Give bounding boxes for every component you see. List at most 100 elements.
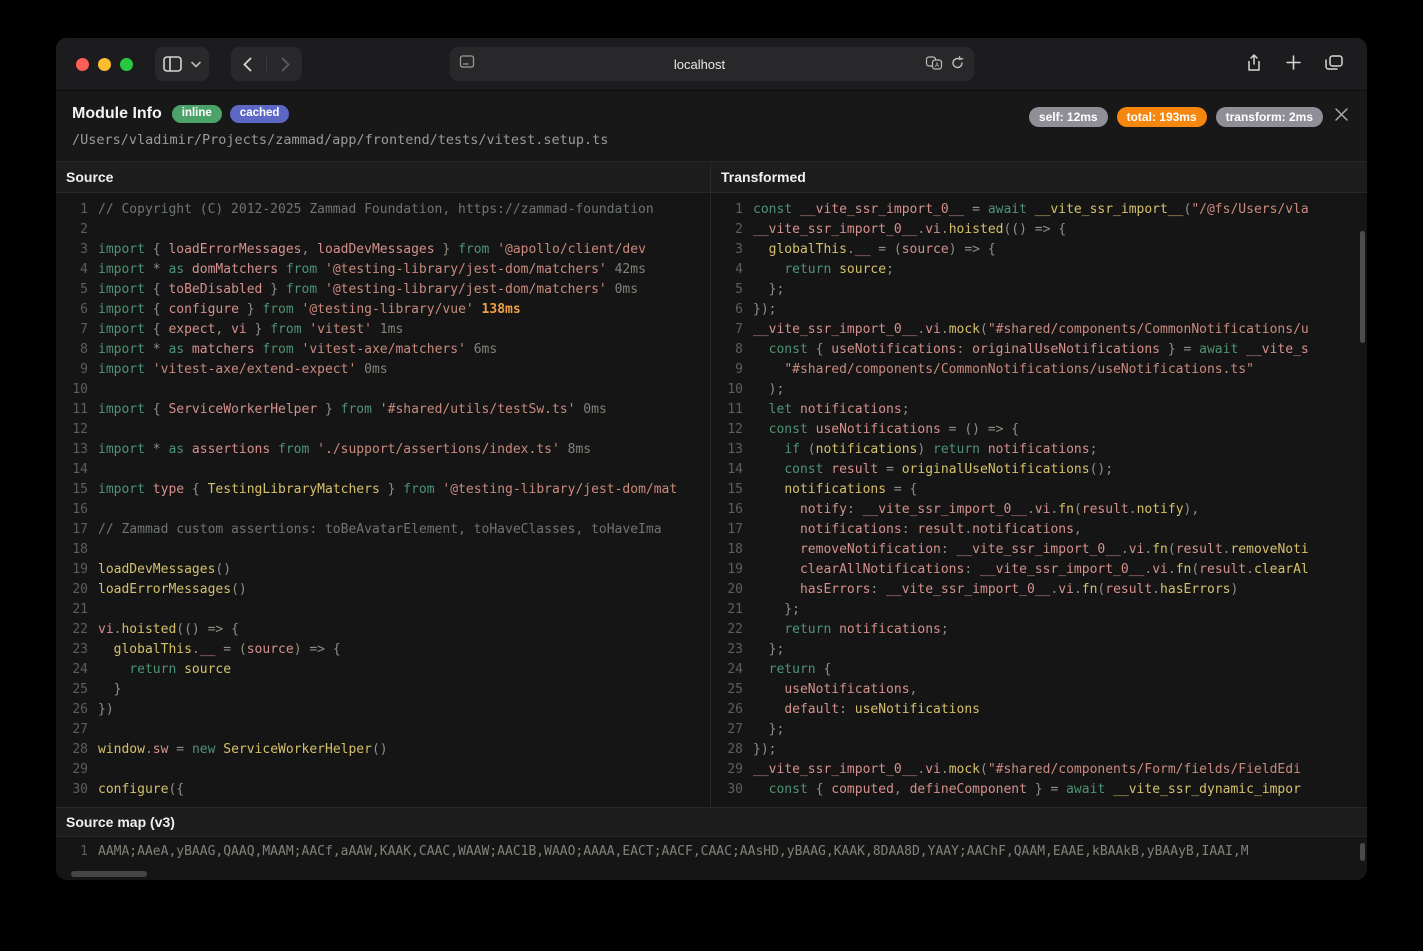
code-token: '@apollo/client/dev [489, 242, 646, 257]
line-number: 21 [56, 600, 98, 620]
code-token: const [769, 782, 808, 797]
code-token: import [98, 262, 145, 277]
back-button[interactable] [243, 57, 252, 72]
code-token: result [823, 462, 878, 477]
code-token: { [808, 342, 831, 357]
page-icon [459, 55, 474, 73]
code-token: __vite_ssr_import_0__ [753, 762, 917, 777]
code-token: import [98, 242, 145, 257]
code-token: vi [925, 222, 941, 237]
code-token: await [1199, 342, 1238, 357]
code-token: . [145, 742, 153, 757]
code-token: __vite_ssr_import_0__ [863, 502, 1027, 517]
line-number: 1 [711, 200, 753, 220]
line-number: 3 [711, 240, 753, 260]
minimize-window-button[interactable] [98, 58, 111, 71]
line-number: 26 [711, 700, 753, 720]
code-token: 42ms [607, 262, 646, 277]
address-bar[interactable]: localhost A [449, 47, 974, 81]
code-line: 1 AAMA;AAeA,yBAAG,QAAQ,MAAM;AACf,aAAW,KA… [56, 842, 1367, 862]
tab-overview-button[interactable] [1325, 55, 1343, 73]
translate-button[interactable]: A [925, 56, 942, 73]
code-token: ServiceWorkerHelper [168, 402, 317, 417]
new-tab-icon [1286, 55, 1301, 73]
reload-button[interactable] [950, 56, 964, 73]
code-token: source [247, 642, 294, 657]
code-token: __vite_ssr_import__ [1027, 202, 1184, 217]
source-code[interactable]: 1// Copyright (C) 2012-2025 Zammad Found… [56, 193, 710, 807]
line-number: 18 [711, 540, 753, 560]
code-token: result [1082, 502, 1129, 517]
code-token: . [1074, 582, 1082, 597]
code-token: from [286, 282, 317, 297]
horizontal-scrollbar[interactable] [71, 871, 147, 877]
forward-button[interactable] [281, 57, 290, 72]
code-token: } [239, 302, 262, 317]
vertical-scrollbar[interactable] [1360, 231, 1365, 343]
code-text: return { [753, 660, 831, 680]
chevron-down-icon [191, 61, 201, 68]
code-token: : [839, 702, 855, 717]
code-token: globalThis [769, 242, 847, 257]
code-token: TestingLibraryMatchers [208, 482, 380, 497]
code-token: ; [902, 402, 910, 417]
zoom-window-button[interactable] [120, 58, 133, 71]
line-number: 6 [711, 300, 753, 320]
code-token: configure [98, 782, 168, 797]
code-token: originalUseNotifications [972, 342, 1160, 357]
share-button[interactable] [1246, 54, 1262, 75]
line-number: 11 [711, 400, 753, 420]
code-token: () [231, 582, 247, 597]
code-token: __vite_ssr_import_0__ [957, 542, 1121, 557]
code-token: { [145, 402, 168, 417]
code-text: notifications: result.notifications, [753, 520, 1082, 540]
close-panel-button[interactable] [1330, 103, 1353, 129]
code-token: loadErrorMessages [98, 582, 231, 597]
code-token: . [941, 222, 949, 237]
sourcemap-scrollbar[interactable] [1360, 843, 1365, 861]
code-token: } = [1027, 782, 1066, 797]
code-token: }; [753, 282, 784, 297]
line-number: 13 [56, 440, 98, 460]
sourcemap-body[interactable]: 1 AAMA;AAeA,yBAAG,QAAQ,MAAM;AACf,aAAW,KA… [56, 837, 1367, 880]
code-token: = ( [215, 642, 246, 657]
sidebar-toggle[interactable] [155, 47, 209, 81]
source-panel-title: Source [56, 162, 710, 193]
code-token [753, 462, 784, 477]
code-token: './support/assertions/index.ts' [309, 442, 559, 457]
code-text: import { toBeDisabled } from '@testing-l… [98, 280, 638, 300]
share-icon [1246, 54, 1262, 75]
new-tab-button[interactable] [1286, 55, 1301, 73]
code-token: * [145, 342, 168, 357]
code-token: await [988, 202, 1027, 217]
code-token: }) [98, 702, 114, 717]
code-token: notifications [972, 522, 1074, 537]
line-number: 15 [711, 480, 753, 500]
close-window-button[interactable] [76, 58, 89, 71]
code-token: result [1105, 582, 1152, 597]
code-line: 12 [56, 420, 710, 440]
code-token: __vite_ssr_import_0__ [753, 322, 917, 337]
code-text: const useNotifications = () => { [753, 420, 1019, 440]
code-token: const [753, 202, 792, 217]
code-line: 29 [56, 760, 710, 780]
code-line: 15 notifications = { [711, 480, 1367, 500]
code-token: } [380, 482, 403, 497]
page-title: Module Info [72, 105, 162, 123]
code-token: vi [1129, 542, 1145, 557]
line-number: 1 [56, 842, 98, 862]
code-token: ); [753, 382, 784, 397]
code-text: return source; [753, 260, 894, 280]
code-token: } = [1160, 342, 1199, 357]
code-token: 0ms [575, 402, 606, 417]
code-text: import { ServiceWorkerHelper } from '#sh… [98, 400, 607, 420]
code-token [753, 482, 784, 497]
transformed-code[interactable]: 1const __vite_ssr_import_0__ = await __v… [711, 193, 1367, 807]
code-token: }; [753, 722, 784, 737]
code-line: 26}) [56, 700, 710, 720]
timing-badge: self: 12ms [1029, 107, 1108, 127]
toolbar-right-controls [1246, 54, 1343, 75]
code-text: return notifications; [753, 620, 949, 640]
code-token: notifications [800, 522, 902, 537]
code-token: '#shared/utils/testSw.ts' [372, 402, 576, 417]
